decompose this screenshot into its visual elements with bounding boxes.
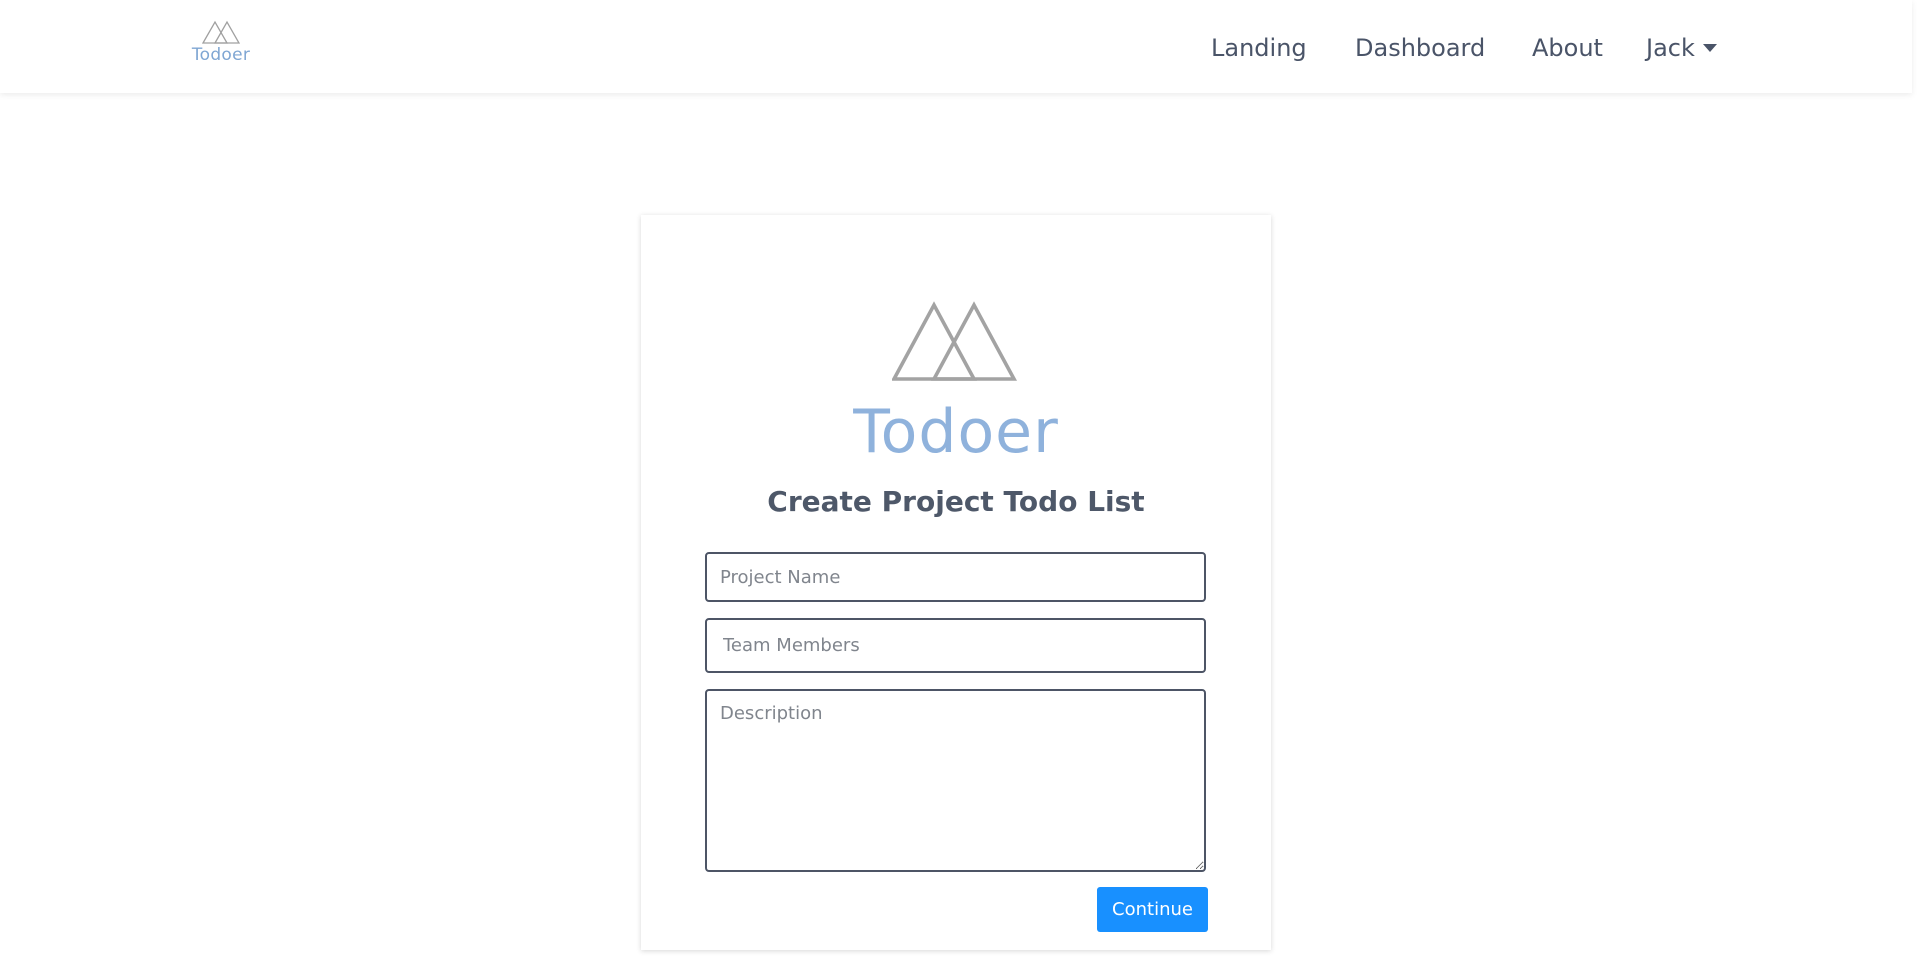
create-project-card: Todoer Create Project Todo List Continue: [641, 215, 1271, 950]
card-brand-name: Todoer: [853, 397, 1059, 467]
user-menu-dropdown[interactable]: Jack: [1646, 30, 1717, 66]
user-name: Jack: [1646, 34, 1695, 62]
description-textarea[interactable]: [705, 689, 1206, 872]
caret-down-icon: [1702, 43, 1717, 52]
nav-link-landing[interactable]: Landing: [1211, 30, 1307, 66]
team-members-input[interactable]: [705, 618, 1206, 673]
page-title: Create Project Todo List: [767, 485, 1145, 518]
project-name-input[interactable]: [705, 552, 1206, 602]
continue-button[interactable]: Continue: [1097, 887, 1208, 932]
nav-link-dashboard[interactable]: Dashboard: [1355, 30, 1485, 66]
main-nav: Landing Dashboard About Jack: [0, 30, 1912, 66]
page: Todoer Landing Dashboard About Jack Todo…: [0, 0, 1920, 966]
nav-link-about[interactable]: About: [1532, 30, 1603, 66]
top-navbar: Todoer Landing Dashboard About Jack: [0, 0, 1912, 93]
mountain-peaks-icon: [892, 301, 1018, 381]
